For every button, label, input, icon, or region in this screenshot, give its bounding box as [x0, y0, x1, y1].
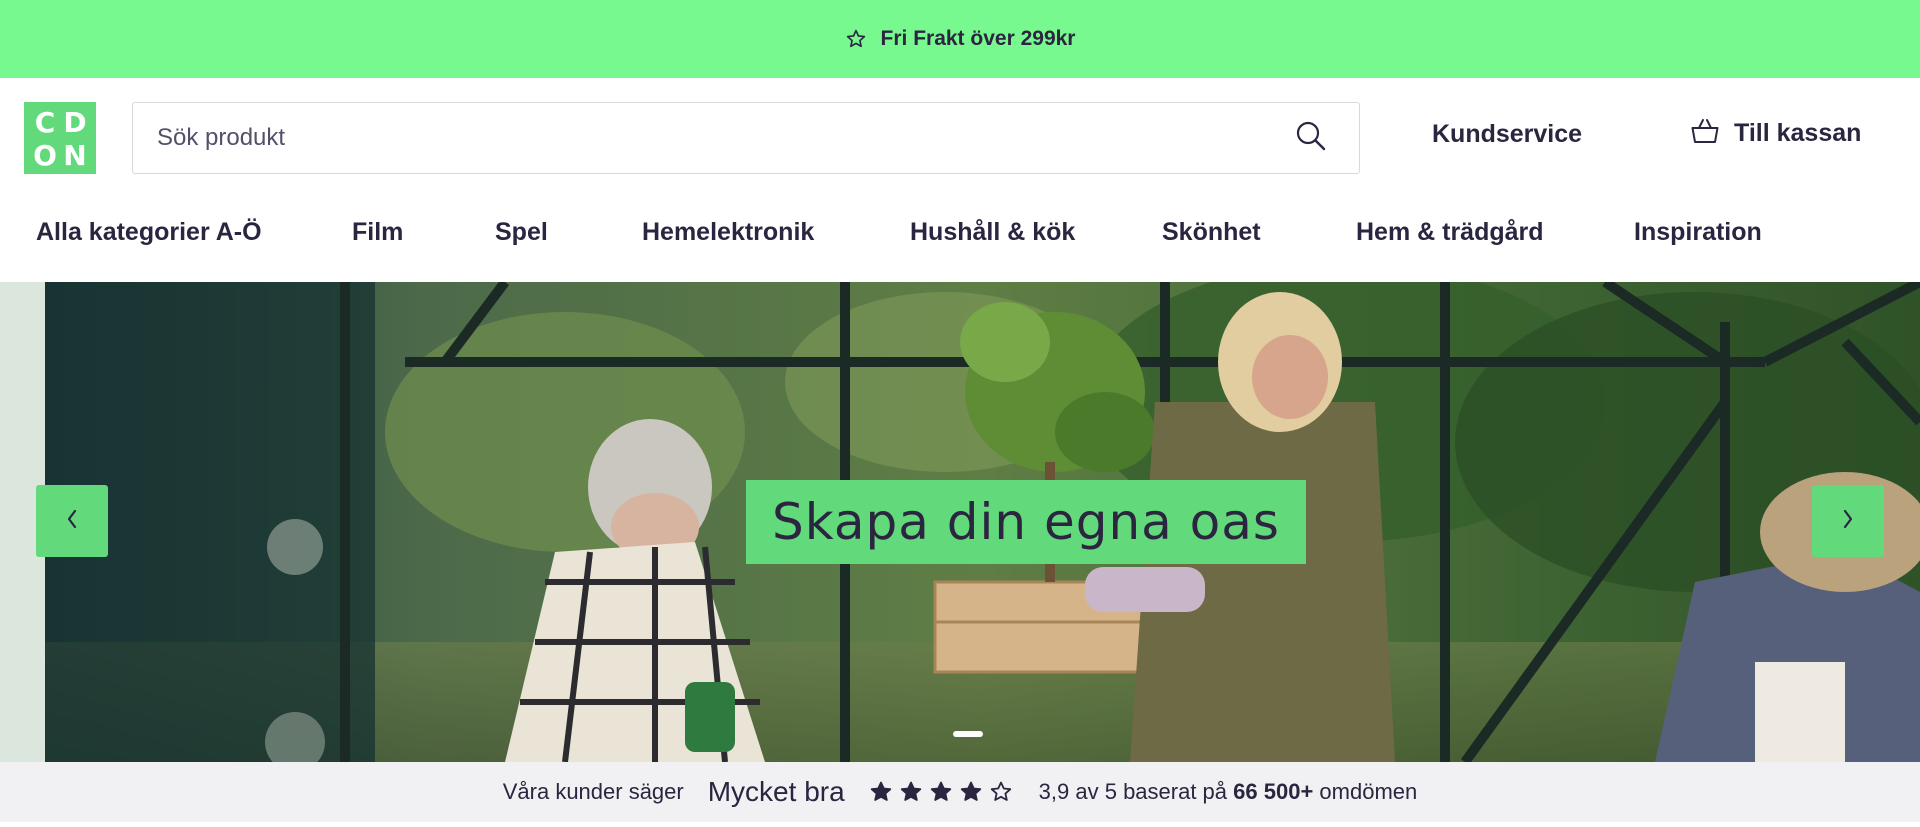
rating-summary: 3,9 av 5 baserat på 66 500+ omdömen [1039, 779, 1418, 805]
rating-summary-suffix: omdömen [1319, 779, 1418, 804]
star-outline-icon [845, 28, 867, 50]
rating-summary-count: 66 500+ [1233, 779, 1314, 804]
logo-letter: C [34, 106, 56, 139]
rating-summary-prefix: 3,9 av 5 baserat på [1038, 779, 1228, 804]
search-icon [1295, 120, 1327, 157]
nav-item-hemelektronik[interactable]: Hemelektronik [642, 218, 814, 247]
nav-item-skonhet[interactable]: Skönhet [1162, 218, 1261, 247]
search-button[interactable] [1263, 103, 1359, 173]
carousel-next-button[interactable] [1812, 485, 1884, 557]
carousel-dot-active[interactable] [953, 731, 983, 737]
rating-intro: Våra kunder säger [502, 779, 684, 804]
hero-carousel: Skapa din egna oas [0, 282, 1920, 762]
star-filled-icon [959, 780, 983, 804]
carousel-indicators [953, 731, 983, 737]
customer-service-link[interactable]: Kundservice [1432, 120, 1582, 149]
carousel-prev-button[interactable] [36, 485, 108, 557]
nav-item-film[interactable]: Film [352, 218, 403, 247]
rating-word: Mycket bra [707, 776, 845, 807]
basket-icon [1690, 116, 1720, 151]
nav-item-all-categories[interactable]: Alla kategorier A-Ö [36, 218, 262, 247]
nav-item-spel[interactable]: Spel [495, 218, 548, 247]
star-outline-icon [989, 780, 1013, 804]
customer-rating-bar[interactable]: Våra kunder säger Mycket bra 3,9 av 5 ba… [0, 762, 1920, 822]
checkout-label: Till kassan [1734, 119, 1862, 147]
nav-item-hem-tradgard[interactable]: Hem & trädgård [1356, 218, 1544, 247]
search-input[interactable] [133, 103, 1263, 173]
checkout-button[interactable]: Till kassan [1690, 116, 1861, 151]
logo-letter: N [63, 139, 87, 172]
logo-letter: O [33, 139, 57, 172]
nav-item-inspiration[interactable]: Inspiration [1634, 218, 1762, 247]
hero-headline[interactable]: Skapa din egna oas [746, 480, 1306, 564]
star-filled-icon [869, 780, 893, 804]
promo-bar: Fri Frakt över 299kr [0, 0, 1920, 78]
category-nav: Alla kategorier A-Ö Film Spel Hemelektro… [0, 206, 1920, 262]
star-filled-icon [929, 780, 953, 804]
search-bar [132, 102, 1360, 174]
star-filled-icon [899, 780, 923, 804]
chevron-left-icon [64, 507, 80, 536]
cdon-logo[interactable]: C D O N [24, 102, 96, 174]
promo-text: Fri Frakt över 299kr [880, 27, 1076, 50]
logo-letter: D [63, 106, 87, 139]
chevron-right-icon [1840, 507, 1856, 536]
rating-stars [869, 780, 1013, 804]
nav-item-hushall-kok[interactable]: Hushåll & kök [910, 218, 1075, 247]
